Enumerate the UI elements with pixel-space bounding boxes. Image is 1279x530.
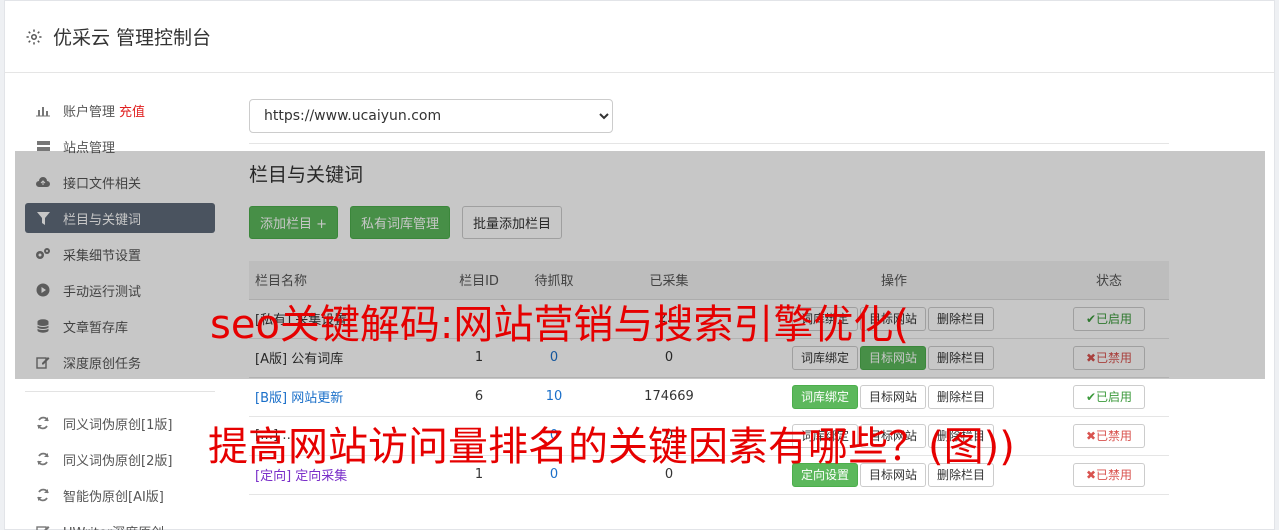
sidebar-item-label: 手动运行测试 bbox=[63, 284, 142, 300]
status-cell: ✔已启用 bbox=[1049, 377, 1169, 417]
sidebar-divider bbox=[25, 391, 215, 392]
cloud-upload-icon bbox=[35, 175, 51, 189]
sidebar-item-label: 文章暂存库 bbox=[63, 320, 129, 336]
column-id-cell: 6 bbox=[449, 377, 509, 417]
gears-icon bbox=[35, 247, 51, 261]
status-toggle-button[interactable]: ✔已启用 bbox=[1073, 384, 1145, 409]
recharge-link[interactable]: 充值 bbox=[119, 101, 145, 120]
sidebar-item-sites[interactable]: 站点管理 bbox=[25, 131, 215, 161]
sidebar-item-synonym-v2[interactable]: 同义词伪原创[2版] bbox=[25, 444, 215, 474]
play-circle-icon bbox=[35, 283, 51, 297]
server-icon bbox=[35, 139, 51, 153]
column-prefix: [A版] bbox=[255, 352, 288, 367]
edit-icon bbox=[35, 355, 51, 369]
column-name-cell: [B版] 网站更新 bbox=[249, 377, 449, 417]
page-title: 优采云 管理控制台 bbox=[53, 27, 212, 49]
sidebar-item-label: 深度原创任务 bbox=[63, 356, 142, 372]
ops-cell: 词库绑定 目标网站 删除栏目 bbox=[739, 377, 1049, 417]
sidebar-item-deep-original[interactable]: 深度原创任务 bbox=[25, 347, 215, 377]
sidebar-item-synonym-v1[interactable]: 同义词伪原创[1版] bbox=[25, 408, 215, 438]
delete-column-button[interactable]: 删除栏目 bbox=[928, 306, 995, 331]
status-cell: ✔已启用 bbox=[1049, 299, 1169, 339]
sidebar-item-label: 栏目与关键词 bbox=[63, 212, 142, 228]
delete-column-button[interactable]: 删除栏目 bbox=[928, 345, 995, 370]
sidebar-item-label: 智能伪原创[AI版] bbox=[63, 489, 164, 505]
sidebar-item-label: 同义词伪原创[1版] bbox=[63, 417, 173, 433]
refresh-icon bbox=[35, 452, 51, 466]
add-column-button[interactable]: 添加栏目 + bbox=[249, 206, 339, 239]
sidebar: 账户管理 充值 站点管理 接口文件相关 栏目与关键词 采集细节设置 手动运行测试… bbox=[25, 95, 215, 530]
watermark-line-1: seo关键解码:网站营销与搜索引擎优化( bbox=[210, 302, 910, 348]
watermark-line-2: 提高网站访问量排名的关键因素有哪些？(图)) bbox=[208, 424, 1015, 470]
sidebar-item-label: 站点管理 bbox=[63, 140, 116, 156]
column-name[interactable]: 网站更新 bbox=[291, 391, 343, 406]
status-toggle-button[interactable]: ✖已禁用 bbox=[1073, 423, 1145, 448]
filter-icon bbox=[35, 211, 51, 225]
sidebar-item-collect-settings[interactable]: 采集细节设置 bbox=[25, 239, 215, 269]
page-header: 优采云 管理控制台 bbox=[5, 1, 1274, 73]
sidebar-item-label: UWriter深度原创 bbox=[63, 522, 164, 530]
sidebar-item-api-files[interactable]: 接口文件相关 bbox=[25, 167, 215, 197]
private-library-button[interactable]: 私有词库管理 bbox=[350, 206, 451, 239]
sidebar-item-ai-rewrite[interactable]: 智能伪原创[AI版] bbox=[25, 480, 215, 510]
done-count-cell: 174669 bbox=[599, 377, 739, 417]
toolbar: 添加栏目 + 私有词库管理 批量添加栏目 bbox=[249, 206, 1169, 239]
status-cell: ✖已禁用 bbox=[1049, 338, 1169, 378]
table-row: [B版] 网站更新 6 10 174669 词库绑定 目标网站 删除栏目 ✔已启用 bbox=[249, 377, 1169, 417]
status-cell: ✖已禁用 bbox=[1049, 416, 1169, 456]
refresh-icon bbox=[35, 416, 51, 430]
sidebar-item-manual-test[interactable]: 手动运行测试 bbox=[25, 275, 215, 305]
status-toggle-button[interactable]: ✖已禁用 bbox=[1073, 462, 1145, 487]
wait-count-cell: 10 bbox=[509, 377, 599, 417]
sidebar-item-article-store[interactable]: 文章暂存库 bbox=[25, 311, 215, 341]
sidebar-item-label: 同义词伪原创[2版] bbox=[63, 453, 173, 469]
sidebar-item-columns-keywords[interactable]: 栏目与关键词 bbox=[25, 203, 215, 233]
sidebar-item-label: 采集细节设置 bbox=[63, 248, 142, 264]
column-name[interactable]: 公有词库 bbox=[291, 352, 343, 367]
site-select[interactable]: https://www.ucaiyun.com bbox=[249, 99, 613, 133]
status-toggle-button[interactable]: ✖已禁用 bbox=[1073, 345, 1145, 370]
status-cell: ✖已禁用 bbox=[1049, 455, 1169, 495]
gear-icon bbox=[26, 29, 42, 44]
sidebar-item-label: 接口文件相关 bbox=[63, 176, 142, 192]
batch-add-column-button[interactable]: 批量添加栏目 bbox=[462, 206, 563, 239]
refresh-icon bbox=[35, 488, 51, 502]
bind-library-button[interactable]: 词库绑定 bbox=[791, 384, 858, 409]
status-toggle-button[interactable]: ✔已启用 bbox=[1073, 306, 1145, 331]
divider bbox=[249, 143, 1169, 144]
col-header-status: 状态 bbox=[1049, 261, 1169, 300]
column-prefix: [B版] bbox=[255, 391, 288, 406]
sidebar-item-uwriter[interactable]: UWriter深度原创 bbox=[25, 516, 215, 530]
database-icon bbox=[35, 319, 51, 333]
section-title: 栏目与关键词 bbox=[249, 164, 364, 186]
sidebar-item-label: 账户管理 bbox=[63, 104, 116, 120]
delete-column-button[interactable]: 删除栏目 bbox=[928, 384, 995, 409]
target-site-button[interactable]: 目标网站 bbox=[859, 384, 926, 409]
sidebar-item-account[interactable]: 账户管理 充值 bbox=[25, 95, 215, 125]
edit-icon bbox=[35, 524, 51, 530]
bar-chart-icon bbox=[35, 103, 51, 117]
